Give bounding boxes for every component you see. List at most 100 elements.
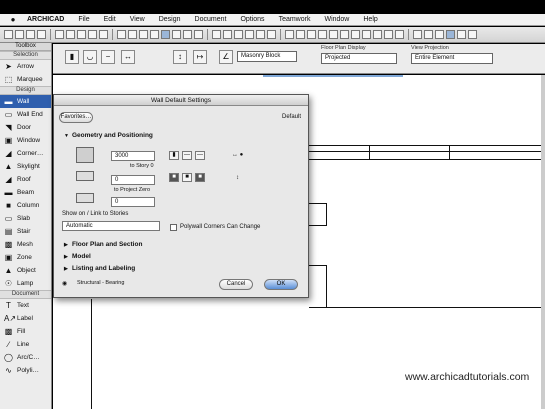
group-icon[interactable] xyxy=(296,30,305,39)
toolbox-section-header[interactable]: Selection xyxy=(0,51,51,60)
pencil-icon[interactable] xyxy=(117,30,126,39)
new-file-icon[interactable] xyxy=(4,30,13,39)
tool-text[interactable]: T Text xyxy=(0,299,51,312)
wall-straight-icon[interactable]: ▮ xyxy=(169,151,179,160)
menu-window[interactable]: Window xyxy=(317,16,356,23)
organizer-icon[interactable] xyxy=(424,30,433,39)
favorites-button[interactable]: Favorites… xyxy=(59,112,93,123)
vertical-scrollbar[interactable] xyxy=(541,75,545,409)
tool-marquee[interactable]: ⬚ Marquee xyxy=(0,73,51,86)
cut-icon[interactable] xyxy=(55,30,64,39)
select-all-icon[interactable] xyxy=(285,30,294,39)
tool-label[interactable]: A↗ Label xyxy=(0,312,51,325)
ok-button[interactable]: OK xyxy=(264,279,298,290)
zoom-in-icon[interactable] xyxy=(212,30,221,39)
zoom-out-icon[interactable] xyxy=(223,30,232,39)
tool-beam[interactable]: ▬ Beam xyxy=(0,186,51,199)
menu-document[interactable]: Document xyxy=(188,16,234,23)
print-icon[interactable] xyxy=(37,30,46,39)
tool-fill[interactable]: ▩ Fill xyxy=(0,325,51,338)
redraw-icon[interactable] xyxy=(267,30,276,39)
tool-column[interactable]: ■ Column xyxy=(0,199,51,212)
wall-reference-line-icon[interactable]: ↔ xyxy=(121,50,135,64)
magic-wand-icon[interactable] xyxy=(183,30,192,39)
menu-view[interactable]: View xyxy=(123,16,152,23)
structural-function-select[interactable]: Structural - Bearing xyxy=(74,279,194,289)
to-story-select[interactable]: to Story 0 xyxy=(127,162,167,172)
quick-options-icon[interactable] xyxy=(457,30,466,39)
rotate-icon[interactable] xyxy=(362,30,371,39)
tool-zone[interactable]: ▣ Zone xyxy=(0,251,51,264)
mirror-icon[interactable] xyxy=(351,30,360,39)
menu-edit[interactable]: Edit xyxy=(97,16,123,23)
drag-icon[interactable] xyxy=(373,30,382,39)
polywall-checkbox[interactable] xyxy=(170,224,177,231)
layers-icon[interactable] xyxy=(194,30,203,39)
save-icon[interactable] xyxy=(26,30,35,39)
wall-height-icon[interactable]: ↕ xyxy=(173,50,187,64)
tool-wall[interactable]: ▬ Wall xyxy=(0,95,51,108)
tool-stair[interactable]: ▤ Stair xyxy=(0,225,51,238)
help-icon[interactable] xyxy=(468,30,477,39)
tool-line[interactable]: ∕ Line xyxy=(0,338,51,351)
guide-line-icon[interactable] xyxy=(172,30,181,39)
wall-angle-icon[interactable]: ∠ xyxy=(219,50,233,64)
pan-icon[interactable] xyxy=(245,30,254,39)
model-section-header[interactable]: ▶ Model xyxy=(64,253,91,260)
elevate-icon[interactable] xyxy=(384,30,393,39)
copy-icon[interactable] xyxy=(66,30,75,39)
wall-trapezoid-icon[interactable]: — xyxy=(195,151,205,160)
tool-skylight[interactable]: ▲ Skylight xyxy=(0,160,51,173)
tool-polyline[interactable]: ∿ Polyli… xyxy=(0,364,51,377)
display-order-icon[interactable] xyxy=(318,30,327,39)
toolbox-section-header[interactable]: Document xyxy=(0,290,51,299)
tool-object[interactable]: ▲ Object xyxy=(0,264,51,277)
undo-icon[interactable] xyxy=(88,30,97,39)
fit-in-window-icon[interactable] xyxy=(234,30,243,39)
tool-wall-end[interactable]: ▭ Wall End xyxy=(0,108,51,121)
menu-design[interactable]: Design xyxy=(152,16,188,23)
tool-slab[interactable]: ▭ Slab xyxy=(0,212,51,225)
tool-door[interactable]: ◥ Door xyxy=(0,121,51,134)
distribute-icon[interactable] xyxy=(340,30,349,39)
reference-level-select[interactable]: to Project Zero xyxy=(111,186,161,196)
tool-lamp[interactable]: ☉ Lamp xyxy=(0,277,51,290)
floor-plan-icon[interactable] xyxy=(150,30,159,39)
menu-help[interactable]: Help xyxy=(356,16,384,23)
wall-offset-field[interactable]: 0 xyxy=(111,197,155,207)
grid-snap-icon[interactable] xyxy=(161,30,170,39)
tool-arrow[interactable]: ➤ Arrow xyxy=(0,60,51,73)
orbit-icon[interactable] xyxy=(256,30,265,39)
reference-line-outside-icon[interactable]: ■ xyxy=(169,173,179,182)
tool-arc[interactable]: ◯ Arc/C… xyxy=(0,351,51,364)
toolbox-section-header[interactable]: Design xyxy=(0,86,51,95)
resize-icon[interactable] xyxy=(395,30,404,39)
align-icon[interactable] xyxy=(329,30,338,39)
reference-line-center-icon[interactable]: ■ xyxy=(182,173,192,182)
toolbox-toggle-icon[interactable] xyxy=(446,30,455,39)
tool-mesh[interactable]: ▩ Mesh xyxy=(0,238,51,251)
wall-thickness-icon[interactable]: ↦ xyxy=(193,50,207,64)
reference-line-inside-icon[interactable]: ■ xyxy=(195,173,205,182)
floor-plan-section-header[interactable]: ▶ Floor Plan and Section xyxy=(64,241,142,248)
lock-icon[interactable] xyxy=(307,30,316,39)
material-field[interactable]: Masonry Block xyxy=(237,51,297,62)
view-projection-select[interactable]: Entire Element xyxy=(411,53,493,64)
paste-icon[interactable] xyxy=(77,30,86,39)
geometry-section-header[interactable]: ▼ Geometry and Positioning xyxy=(64,132,153,139)
floor-plan-display-select[interactable]: Projected xyxy=(321,53,397,64)
wall-base-field[interactable]: 0 xyxy=(111,175,155,185)
tool-roof[interactable]: ◢ Roof xyxy=(0,173,51,186)
navigator-icon[interactable] xyxy=(413,30,422,39)
wall-curved-icon[interactable]: — xyxy=(182,151,192,160)
3d-window-icon[interactable] xyxy=(139,30,148,39)
menu-archicad[interactable]: ARCHICAD xyxy=(20,16,71,23)
wall-geometry-chained-icon[interactable]: − xyxy=(101,50,115,64)
tool-corner-window[interactable]: ◢ Corner… xyxy=(0,147,51,160)
open-file-icon[interactable] xyxy=(15,30,24,39)
eyedropper-icon[interactable] xyxy=(128,30,137,39)
redo-icon[interactable] xyxy=(99,30,108,39)
menu-file[interactable]: File xyxy=(71,16,96,23)
tool-window[interactable]: ▣ Window xyxy=(0,134,51,147)
cancel-button[interactable]: Cancel xyxy=(219,279,253,290)
